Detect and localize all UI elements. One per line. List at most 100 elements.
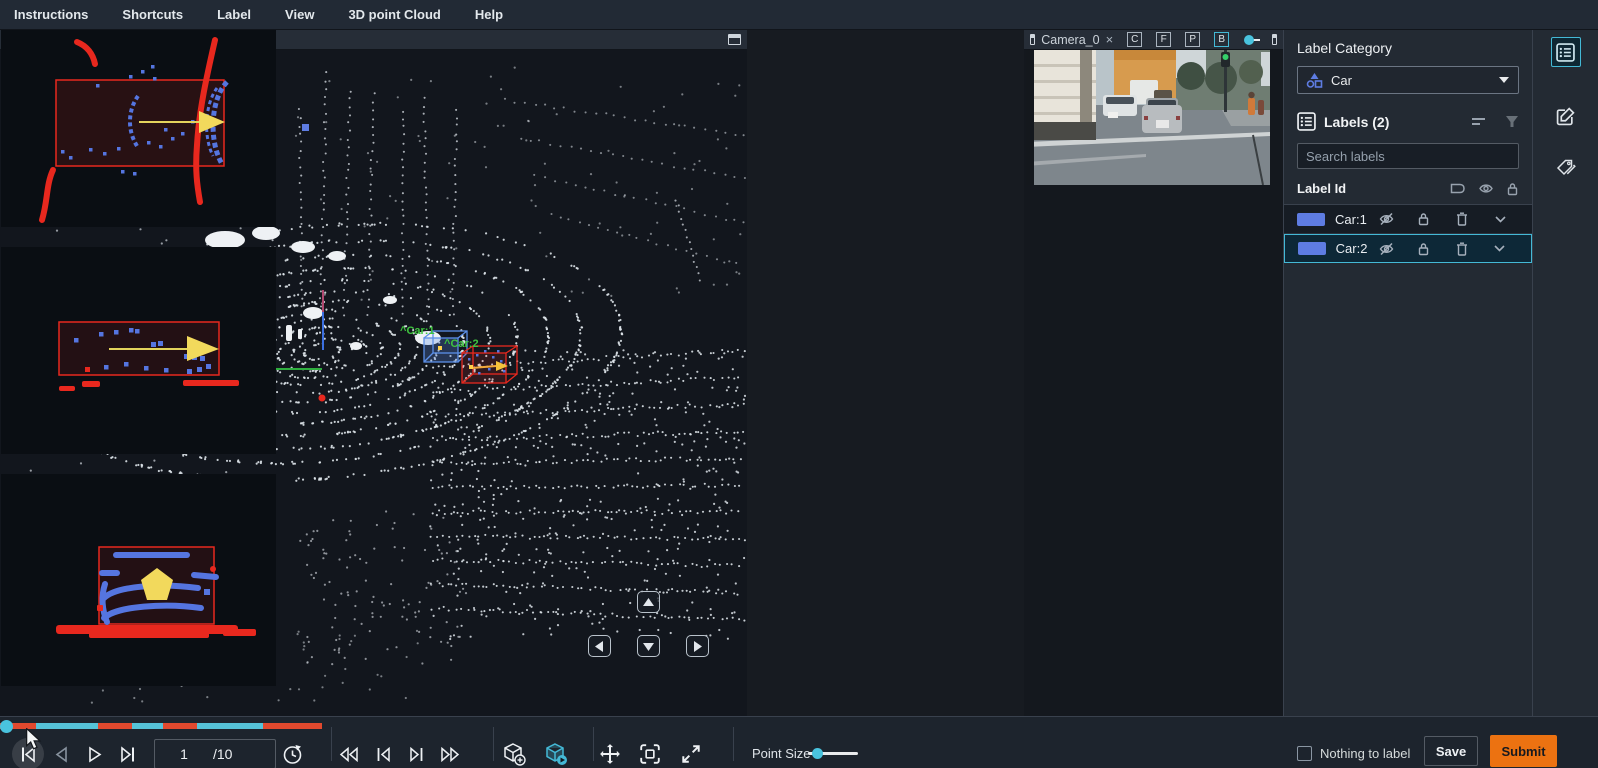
eye-column-icon[interactable] (1478, 182, 1494, 195)
move-tool-button[interactable] (597, 743, 622, 765)
pan-right-button[interactable] (686, 635, 709, 657)
step-back-button[interactable] (372, 743, 394, 765)
cuboid-car2 (462, 346, 517, 383)
add-cuboid-button[interactable] (501, 743, 527, 765)
tags-tool-button[interactable] (1551, 153, 1581, 183)
menu-help[interactable]: Help (475, 7, 503, 22)
menu-view[interactable]: View (285, 7, 314, 22)
pan-down-button[interactable] (637, 635, 660, 657)
edit-icon (1556, 107, 1575, 126)
menu-3d-point-cloud[interactable]: 3D point Cloud (348, 7, 440, 22)
pan-up-button[interactable] (637, 591, 660, 613)
point-size-knob[interactable] (812, 748, 823, 759)
menu-shortcuts[interactable]: Shortcuts (122, 7, 183, 22)
labels-panel-tool-button[interactable] (1551, 37, 1581, 67)
car1-expand-chevron-icon[interactable] (1495, 216, 1523, 223)
labeling-app: Instructions Shortcuts Label View 3D poi… (0, 0, 1598, 768)
chevron-down-icon (1498, 76, 1510, 84)
current-frame-input[interactable] (155, 746, 213, 762)
nothing-to-label-label: Nothing to label (1320, 746, 1410, 761)
right-tool-strip (1532, 30, 1598, 716)
move-icon (599, 743, 621, 765)
car2-expand-chevron-icon[interactable] (1494, 245, 1522, 252)
camera-f-button[interactable]: F (1156, 32, 1171, 47)
next-frame-button[interactable] (117, 743, 139, 765)
play-button[interactable] (84, 743, 106, 765)
camera-b-button[interactable]: B (1214, 32, 1229, 47)
tags-icon (1556, 159, 1576, 177)
camera-p-button[interactable]: P (1185, 32, 1200, 47)
car2-color-swatch (1298, 242, 1326, 255)
label-row-car1[interactable]: Car:1 (1284, 205, 1532, 234)
camera-image-area (1024, 50, 1283, 716)
car2-label-id: Car:2 (1336, 241, 1368, 256)
fast-forward-button[interactable] (439, 743, 461, 765)
side-view-canvas[interactable] (1, 247, 276, 454)
car1-label-id: Car:1 (1335, 212, 1367, 227)
car1-delete-icon[interactable] (1456, 212, 1484, 226)
fullscreen-button[interactable] (678, 743, 703, 765)
top-view-canvas[interactable] (1, 20, 276, 227)
category-shapes-icon (1306, 72, 1323, 88)
front-view-panel: Front View × C (1, 454, 276, 686)
camera-image[interactable] (1026, 50, 1270, 185)
label-row-car2[interactable]: Car:2 (1284, 234, 1532, 263)
menu-label[interactable]: Label (217, 7, 251, 22)
top-view-panel: Top View × C (1, 0, 276, 227)
car2-lock-icon[interactable] (1417, 242, 1445, 256)
previous-frame-button[interactable] (50, 743, 72, 765)
ortho-views-column: Top View × C (0, 0, 277, 686)
camera-window-icon-left[interactable] (1030, 34, 1035, 45)
save-button[interactable]: Save (1424, 736, 1478, 766)
cube-play-icon (544, 742, 568, 766)
step-forward-button[interactable] (405, 743, 427, 765)
edit-attributes-tool-button[interactable] (1551, 101, 1581, 131)
labels-list-icon (1297, 112, 1316, 131)
car1-color-swatch (1297, 213, 1325, 226)
timer-icon-button[interactable] (281, 743, 303, 765)
search-labels-input[interactable] (1297, 143, 1519, 169)
point-cloud-window-icon[interactable] (728, 34, 741, 45)
car1-hide-icon[interactable] (1378, 212, 1406, 226)
front-view-canvas[interactable] (1, 474, 276, 686)
menu-bar: Instructions Shortcuts Label View 3D poi… (0, 0, 1598, 30)
point-size-slider[interactable] (808, 752, 858, 755)
camera-title: Camera_0 (1041, 33, 1099, 47)
frame-timeline[interactable] (0, 723, 322, 729)
label-sidebar: Label Category Car La (1283, 30, 1532, 716)
menu-instructions[interactable]: Instructions (14, 7, 88, 22)
car1-lock-icon[interactable] (1417, 212, 1445, 226)
car2-hide-icon[interactable] (1378, 242, 1406, 256)
stopwatch-icon (282, 744, 303, 765)
auto-fit-cuboid-button[interactable] (543, 743, 569, 765)
camera-opacity-slider[interactable] (1245, 39, 1260, 41)
pan-left-button[interactable] (588, 635, 611, 657)
timeline-knob[interactable] (0, 720, 13, 733)
category-selected-value: Car (1331, 73, 1352, 88)
camera-header: Camera_0 × C F P B (1024, 30, 1283, 50)
point-size-label: Point Size (752, 746, 811, 761)
camera-close-icon[interactable]: × (1106, 33, 1114, 46)
stray-blue-point (302, 124, 309, 131)
filter-icon[interactable] (1505, 115, 1519, 128)
label-id-header: Label Id (1297, 181, 1438, 196)
lock-column-icon[interactable] (1506, 182, 1519, 196)
annotation-car1: ^Car:1 (400, 325, 435, 337)
camera-window-icon-right[interactable] (1272, 34, 1277, 45)
label-category-dropdown[interactable]: Car (1297, 66, 1519, 94)
tag-column-icon[interactable] (1450, 182, 1466, 195)
camera-c-button[interactable]: C (1127, 32, 1142, 47)
cube-plus-icon (502, 742, 526, 766)
sort-icon[interactable] (1471, 115, 1487, 128)
side-view-panel: Side View × C (1, 227, 276, 454)
skip-to-first-button[interactable] (17, 743, 39, 765)
nothing-to-label-checkbox[interactable] (1297, 746, 1312, 761)
list-icon (1556, 43, 1575, 62)
car2-delete-icon[interactable] (1456, 242, 1484, 256)
submit-button[interactable]: Submit (1490, 735, 1557, 767)
camera-panel: Camera_0 × C F P B (1024, 30, 1283, 716)
rewind-button[interactable] (338, 743, 360, 765)
fit-to-frame-button[interactable] (637, 743, 662, 765)
frame-counter: /10 (154, 739, 276, 768)
total-frames-label: /10 (213, 746, 232, 762)
